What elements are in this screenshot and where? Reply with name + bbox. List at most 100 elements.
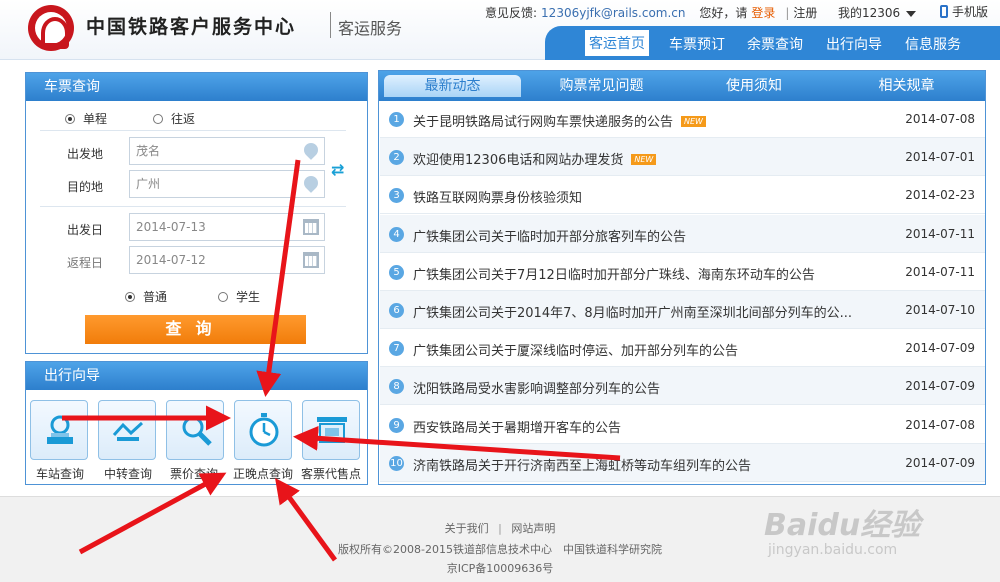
round-trip-radio[interactable]: 往返	[153, 110, 195, 127]
news-row[interactable]: 9 西安铁路局关于暑期增开客车的公告 2014-07-08	[380, 406, 985, 444]
tab-usage-notice[interactable]: 使用须知	[679, 75, 829, 97]
station-query-button[interactable]	[30, 400, 88, 460]
calendar-icon[interactable]	[303, 252, 319, 268]
divider	[40, 130, 346, 131]
from-station-value: 茂名	[136, 144, 161, 158]
calendar-icon[interactable]	[303, 219, 319, 235]
from-station-input[interactable]: 茂名	[129, 137, 325, 165]
news-title-text: 西安铁路局关于暑期增开客车的公告	[413, 420, 622, 436]
news-row[interactable]: 1 关于昆明铁路局试行网购车票快递服务的公告 NEW 2014-07-08	[380, 100, 985, 138]
statement-link[interactable]: 网站声明	[511, 522, 555, 535]
news-row[interactable]: 10 济南铁路局关于开行济南西至上海虹桥等动车组列车的公告 2014-07-09	[380, 443, 985, 482]
news-title-link[interactable]: 沈阳铁路局受水害影响调整部分列车的公告	[413, 378, 660, 397]
news-tabs: 最新动态 购票常见问题 使用须知 相关规章	[379, 70, 986, 100]
news-date: 2014-07-08	[905, 112, 975, 126]
news-title-link[interactable]: 关于昆明铁路局试行网购车票快递服务的公告 NEW	[413, 111, 706, 130]
news-title-link[interactable]: 广铁集团公司关于厦深线临时停运、加开部分列车的公告	[413, 340, 738, 359]
news-row[interactable]: 5 广铁集团公司关于7月12日临时加开部分广珠线、海南东环动车的公告 2014-07…	[380, 253, 985, 291]
location-pin-icon[interactable]	[301, 140, 321, 160]
news-number-badge: 4	[389, 226, 404, 242]
tab-regulations[interactable]: 相关规章	[834, 75, 979, 97]
news-date: 2014-07-09	[905, 341, 975, 356]
depart-date-label: 出发日	[67, 223, 104, 237]
to-label: 目的地	[67, 180, 104, 194]
news-date: 2014-02-23	[905, 188, 975, 203]
top-links: 意见反馈: 12306yjfk@rails.com.cn 您好，请 登录 | 注册	[485, 4, 821, 20]
one-way-radio[interactable]: 单程	[65, 110, 107, 127]
news-title-link[interactable]: 铁路互联网购票身份核验须知	[413, 187, 582, 206]
news-row[interactable]: 3 铁路互联网购票身份核验须知 2014-02-23	[380, 176, 985, 215]
radio-checked-icon	[125, 292, 135, 302]
news-title-text: 铁路互联网购票身份核验须知	[413, 191, 583, 207]
student-ticket-radio[interactable]: 学生	[218, 288, 260, 305]
magnifier-icon	[182, 416, 212, 446]
news-number-badge: 6	[389, 303, 404, 318]
feedback-email-link[interactable]: 12306yjfk@rails.com.cn	[541, 6, 685, 20]
about-us-link[interactable]: 关于我们	[445, 522, 489, 535]
tab-faq[interactable]: 购票常见问题	[529, 75, 674, 97]
swap-stations-icon[interactable]: ⇄	[331, 159, 347, 181]
depart-date-input[interactable]: 2014-07-13	[129, 213, 325, 241]
punctuality-query-button[interactable]	[234, 400, 292, 460]
new-badge: NEW	[631, 154, 657, 166]
location-pin-icon[interactable]	[301, 173, 321, 193]
guide-label-fare: 票价查询	[170, 467, 219, 481]
guide-label-station: 车站查询	[36, 467, 85, 481]
nav-remaining-tickets[interactable]: 余票查询	[747, 34, 803, 54]
brand-divider	[330, 12, 331, 38]
nav-booking[interactable]: 车票预订	[669, 34, 725, 54]
news-number-badge: 3	[389, 188, 404, 204]
nav-home[interactable]: 客运首页	[585, 30, 649, 56]
radio-checked-icon	[65, 114, 75, 124]
news-title-link[interactable]: 广铁集团公司关于2014年7、8月临时加开广州南至深圳北间部分列车的公...	[413, 302, 852, 321]
news-title-link[interactable]: 西安铁路局关于暑期增开客车的公告	[413, 417, 621, 436]
mobile-link[interactable]: 手机版	[940, 3, 988, 20]
news-date: 2014-07-11	[905, 264, 975, 279]
mobile-label: 手机版	[952, 5, 989, 19]
query-button[interactable]: 查询	[85, 315, 306, 344]
news-row[interactable]: 6 广铁集团公司关于2014年7、8月临时加开广州南至深圳北间部分列车的公... 2…	[380, 291, 985, 329]
news-date: 2014-07-01	[905, 150, 975, 165]
news-title-link[interactable]: 广铁集团公司关于7月12日临时加开部分广珠线、海南东环动车的公告	[413, 264, 815, 283]
news-title-text: 关于昆明铁路局试行网购车票快递服务的公告	[413, 115, 674, 130]
news-number-badge: 8	[389, 379, 404, 395]
fare-query-button[interactable]	[166, 400, 224, 460]
radio-unchecked-icon	[218, 292, 228, 302]
icp-text: 京ICP备10009636号	[446, 562, 554, 575]
transfer-icon	[112, 421, 144, 441]
nav-travel-guide[interactable]: 出行向导	[826, 34, 882, 54]
news-row[interactable]: 2 欢迎使用12306电话和网站办理发货 NEW 2014-07-01	[380, 138, 985, 177]
ticket-query-title: 车票查询	[26, 73, 367, 101]
news-number-badge: 2	[389, 150, 404, 166]
news-title-link[interactable]: 欢迎使用12306电话和网站办理发货 NEW	[413, 149, 657, 168]
my12306-menu[interactable]: 我的12306	[838, 4, 917, 21]
normal-label: 普通	[143, 290, 168, 304]
news-row[interactable]: 7 广铁集团公司关于厦深线临时停运、加开部分列车的公告 2014-07-09	[380, 329, 985, 368]
travel-guide-title: 出行向导	[26, 362, 367, 390]
to-station-input[interactable]: 广州	[129, 170, 325, 198]
one-way-label: 单程	[83, 112, 108, 126]
news-title-text: 广铁集团公司关于临时加开部分旅客列车的公告	[413, 229, 687, 245]
news-number-badge: 1	[389, 112, 404, 127]
news-title-text: 广铁集团公司关于厦深线临时停运、加开部分列车的公告	[413, 344, 739, 360]
return-date-input[interactable]: 2014-07-12	[129, 246, 325, 274]
stopwatch-icon	[249, 413, 279, 447]
return-date-label: 返程日	[67, 256, 104, 270]
news-title-link[interactable]: 济南铁路局关于开行济南西至上海虹桥等动车组列车的公告	[413, 455, 751, 474]
news-row[interactable]: 8 沈阳铁路局受水害影响调整部分列车的公告 2014-07-09	[380, 367, 985, 406]
login-link[interactable]: 登录	[751, 6, 775, 20]
news-title-link[interactable]: 广铁集团公司关于临时加开部分旅客列车的公告	[413, 226, 686, 245]
normal-ticket-radio[interactable]: 普通	[125, 288, 167, 305]
register-link[interactable]: 注册	[793, 6, 817, 20]
news-row[interactable]: 4 广铁集团公司关于临时加开部分旅客列车的公告 2014-07-11	[380, 214, 985, 253]
railway-logo-icon[interactable]	[28, 5, 74, 51]
news-date: 2014-07-11	[905, 226, 975, 241]
news-title-text: 济南铁路局关于开行济南西至上海虹桥等动车组列车的公告	[413, 458, 752, 474]
nav-info-service[interactable]: 信息服务	[905, 34, 961, 54]
tab-latest-news[interactable]: 最新动态	[384, 75, 521, 97]
site-header: 中国铁路客户服务中心 客运服务 意见反馈: 12306yjfk@rails.com…	[0, 0, 1000, 60]
news-date: 2014-07-10	[905, 303, 975, 317]
ticket-agency-button[interactable]	[302, 400, 360, 460]
to-station-value: 广州	[136, 177, 161, 191]
transfer-query-button[interactable]	[98, 400, 156, 460]
